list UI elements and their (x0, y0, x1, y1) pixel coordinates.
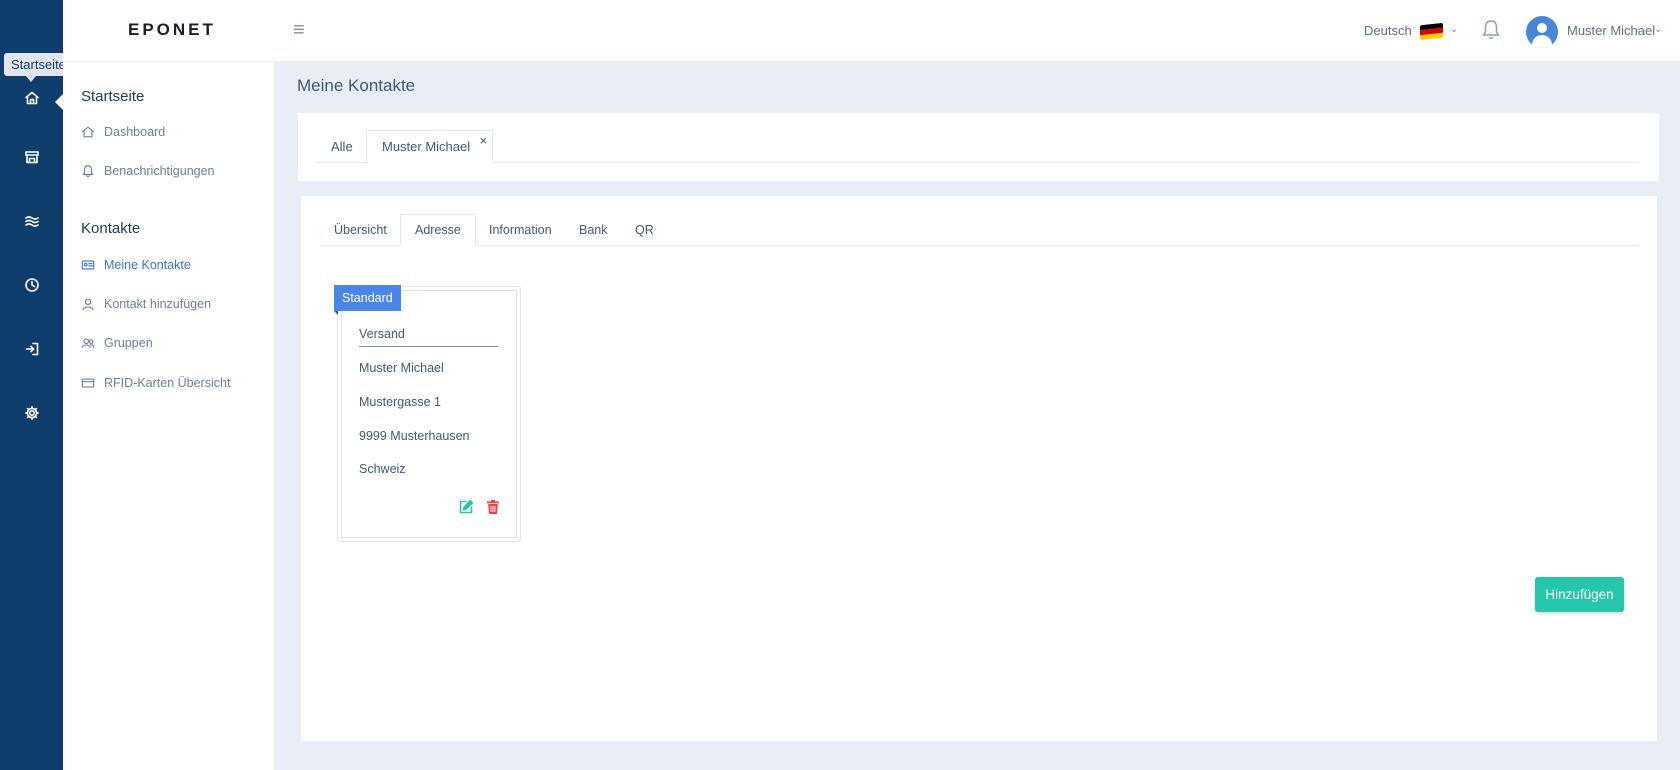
sidebar-item-benachrichtigungen[interactable]: Benachrichtigungen (81, 160, 215, 182)
edit-icon[interactable] (458, 499, 474, 515)
card-icon (81, 378, 95, 388)
close-icon[interactable]: × (480, 133, 488, 148)
rail-store-button[interactable] (0, 137, 63, 177)
page-title: Meine Kontakte (297, 76, 416, 95)
rail-settings-button[interactable] (0, 393, 63, 433)
standard-badge: Standard (334, 285, 401, 311)
sidebar-item-label: Benachrichtigungen (104, 164, 215, 178)
tab-label: Muster Michael (382, 139, 471, 154)
sidebar-item-rfid-karten[interactable]: RFID-Karten Übersicht (81, 372, 230, 394)
store-icon (24, 151, 39, 164)
sidebar-item-label: RFID-Karten Übersicht (104, 376, 231, 390)
sidebar-item-label: Kontakt hinzufügen (104, 297, 212, 311)
rail-login-button[interactable] (0, 329, 63, 369)
rail-clock-button[interactable] (0, 265, 63, 305)
tooltip-arrow (26, 76, 36, 82)
tab-adresse[interactable]: Adresse (400, 214, 476, 246)
logo[interactable]: EPONET (128, 20, 216, 40)
address-street: Mustergasse 1 (359, 395, 441, 409)
sidebar-item-label: Meine Kontakte (104, 258, 191, 272)
tab-muster-michael[interactable]: Muster Michael × (366, 130, 494, 163)
top-header: EPONET ≡ Deutsch ⌄ Muster Michael ⌄ (63, 0, 1680, 62)
chevron-down-icon[interactable]: ⌄ (1450, 24, 1458, 35)
sidebar: Startseite Dashboard Benachrichtigungen … (63, 62, 274, 770)
badge-fold (334, 311, 338, 315)
avatar[interactable] (1526, 16, 1558, 48)
gear-icon (24, 406, 39, 420)
home-icon (82, 126, 94, 138)
login-icon (25, 342, 38, 356)
add-address-button[interactable]: Hinzufügen (1535, 577, 1624, 612)
tab-information[interactable]: Information (475, 214, 566, 246)
icon-rail (0, 0, 63, 770)
user-menu[interactable]: Muster Michael (1567, 23, 1655, 38)
tab-uebersicht[interactable]: Übersicht (320, 214, 401, 246)
user-chevron-down-icon[interactable]: ⌄ (1654, 24, 1662, 35)
notifications-bell-icon[interactable] (1481, 19, 1501, 46)
contact-tabs-card: Alle Muster Michael × (298, 113, 1659, 181)
sidebar-item-kontakt-hinzufuegen[interactable]: Kontakt hinzufügen (81, 293, 211, 315)
sidebar-item-label: Dashboard (104, 125, 166, 139)
bell-icon (82, 165, 94, 178)
german-flag-icon[interactable] (1420, 22, 1443, 41)
address-country: Schweiz (359, 462, 406, 476)
tab-divider (315, 162, 1639, 163)
tab-alle[interactable]: Alle (316, 130, 368, 163)
group-icon (81, 338, 95, 348)
user-icon (82, 298, 94, 311)
trash-icon[interactable] (485, 499, 501, 515)
sidebar-item-label: Gruppen (104, 336, 153, 350)
section-title-startseite: Startseite (81, 88, 145, 105)
contact-detail-card: Übersicht Adresse Information Bank QR St… (301, 196, 1657, 741)
rail-waves-button[interactable] (0, 201, 63, 241)
sidebar-item-meine-kontakte[interactable]: Meine Kontakte (81, 254, 191, 276)
waves-icon (24, 216, 39, 227)
section-title-kontakte: Kontakte (81, 220, 141, 237)
clock-icon (24, 278, 39, 292)
contact-card-icon (81, 260, 95, 270)
menu-toggle-icon[interactable]: ≡ (293, 19, 305, 42)
sidebar-item-gruppen[interactable]: Gruppen (81, 332, 153, 354)
address-city: 9999 Musterhausen (359, 429, 470, 443)
tab-qr[interactable]: QR (621, 214, 668, 246)
address-name: Muster Michael (359, 361, 444, 375)
language-selector[interactable]: Deutsch (1364, 23, 1412, 38)
active-indicator (55, 94, 63, 110)
rail-home-button[interactable] (0, 78, 63, 118)
tab-bank[interactable]: Bank (565, 214, 622, 246)
home-icon (24, 91, 39, 105)
sidebar-item-dashboard[interactable]: Dashboard (81, 121, 165, 143)
address-type: Versand (359, 327, 498, 347)
